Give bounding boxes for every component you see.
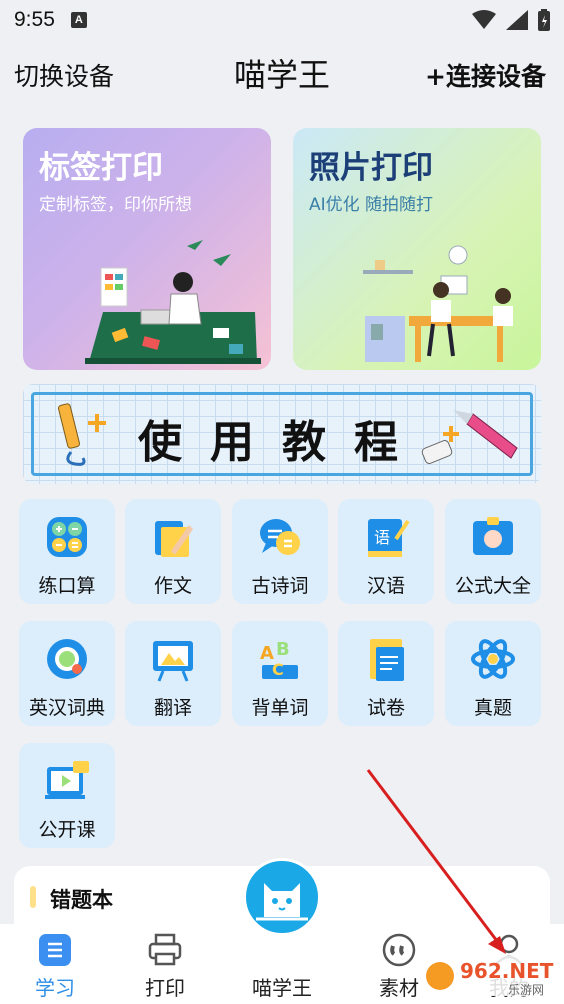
abc-icon: A B C: [260, 639, 298, 679]
tile-label: 真题: [473, 697, 512, 719]
quote-icon: [382, 933, 416, 967]
feature-tile-dictionary[interactable]: 英汉词典: [19, 621, 115, 726]
atom-icon: [471, 639, 515, 679]
tile-label: 背单词: [251, 697, 309, 719]
tile-label: 试卷: [366, 697, 405, 719]
label-print-title: 标签打印: [39, 150, 163, 186]
tutorial-banner[interactable]: 使用教程: [23, 384, 541, 484]
dictionary-icon: [47, 639, 87, 679]
label-print-subtitle: 定制标签，印你所想: [39, 195, 192, 215]
translate-board-icon: [153, 641, 193, 682]
tile-label: 英汉词典: [28, 697, 105, 719]
section-accent-bar: [30, 886, 36, 908]
svg-text:C: C: [272, 660, 284, 679]
feature-tile-exam-paper[interactable]: 试卷: [338, 621, 434, 726]
tile-label: 练口算: [38, 575, 96, 597]
feature-tile-composition[interactable]: 作文: [125, 499, 221, 604]
pen-icon: [155, 521, 193, 557]
calculator-icon: [47, 517, 87, 557]
svg-text:语: 语: [374, 528, 390, 547]
feature-tile-open-course[interactable]: 公开课: [19, 743, 115, 848]
exam-paper-icon: [370, 639, 404, 681]
wifi-icon: [472, 10, 496, 29]
battery-icon: [538, 9, 550, 31]
switch-device-button[interactable]: 切换设备: [14, 57, 114, 93]
photo-print-illustration: [363, 245, 513, 362]
status-icons: [472, 9, 550, 31]
status-bar: 9:55 A: [0, 0, 564, 40]
speech-bubble-icon: [260, 519, 300, 555]
label-print-illustration: [85, 240, 261, 364]
status-time: 9:55: [14, 8, 55, 31]
photo-print-subtitle: AI优化 随拍随打: [309, 195, 434, 215]
notification-badge-icon: A: [70, 12, 87, 28]
feature-tile-chinese[interactable]: 语 汉语: [338, 499, 434, 604]
feature-tile-vocabulary[interactable]: A B C 背单词: [232, 621, 328, 726]
signal-icon: [506, 10, 528, 30]
tile-label: 汉语: [366, 575, 405, 597]
app-header: 切换设备 喵学王 +连接设备: [0, 45, 564, 100]
printer-icon: [148, 933, 182, 966]
nav-label-print: 打印: [145, 976, 185, 1000]
id-card-icon: [473, 517, 513, 555]
photo-print-title: 照片打印: [309, 150, 433, 186]
svg-text:乐游网: 乐游网: [508, 983, 544, 997]
tile-label: 作文: [153, 575, 192, 597]
svg-text:962.NET: 962.NET: [460, 959, 554, 983]
connect-device-button[interactable]: +连接设备: [425, 57, 546, 93]
cat-logo-icon: [256, 883, 308, 921]
tile-label: 翻译: [153, 697, 192, 719]
nav-label-study: 学习: [35, 976, 75, 1000]
photo-print-card[interactable]: 照片打印 AI优化 随拍随打: [293, 128, 541, 370]
video-lesson-icon: [45, 761, 89, 799]
feature-tile-formulas[interactable]: 公式大全: [445, 499, 541, 604]
study-icon: [39, 934, 71, 966]
center-home-button[interactable]: [243, 858, 321, 936]
feature-tile-translate[interactable]: 翻译: [125, 621, 221, 726]
nav-label-home: 喵学王: [252, 976, 312, 1000]
feature-tile-oral-math[interactable]: 练口算: [19, 499, 115, 604]
nav-item-study[interactable]: 学习: [0, 924, 110, 1004]
svg-text:B: B: [276, 639, 290, 660]
language-book-icon: 语: [368, 519, 410, 557]
watermark-logo-icon: 962.NET 乐游网: [420, 956, 560, 997]
cutter-icon: [421, 410, 518, 464]
feature-tile-past-papers[interactable]: 真题: [445, 621, 541, 726]
tile-label: 公式大全: [454, 575, 531, 597]
wrong-question-book-title: 错题本: [50, 888, 113, 912]
nav-item-print[interactable]: 打印: [110, 924, 220, 1004]
tile-label: 公开课: [38, 819, 96, 841]
tile-label: 古诗词: [251, 575, 309, 597]
watermark-logo: 962.NET 乐游网: [420, 952, 560, 1000]
feature-tile-poetry[interactable]: 古诗词: [232, 499, 328, 604]
label-print-card[interactable]: 标签打印 定制标签，印你所想: [23, 128, 271, 370]
